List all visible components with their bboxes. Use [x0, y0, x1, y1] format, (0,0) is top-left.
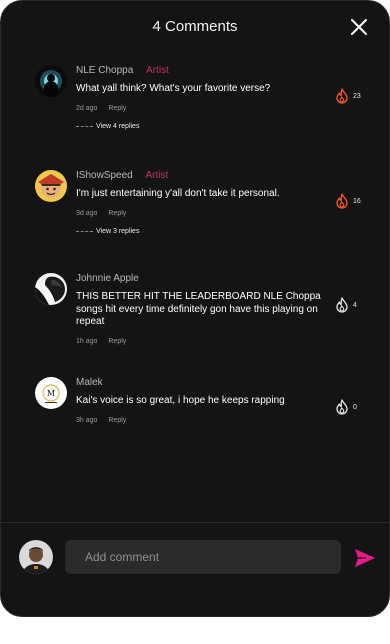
- user-avatar[interactable]: [19, 540, 53, 574]
- comment-author[interactable]: Johnnie Apple: [76, 273, 139, 284]
- avatar[interactable]: M: [35, 377, 67, 409]
- artist-badge: Artist: [145, 170, 169, 181]
- comment-time: 2d ago: [76, 104, 98, 112]
- comment-time: 1h ago: [76, 337, 98, 345]
- comment-author[interactable]: Malek: [76, 377, 103, 388]
- comment-item: IShowSpeed Artist I'm just entertaining …: [35, 170, 369, 250]
- comments-title: 4 Comments: [152, 18, 238, 35]
- avatar[interactable]: [35, 65, 67, 97]
- avatar[interactable]: [35, 273, 67, 305]
- artist-badge: Artist: [146, 65, 169, 76]
- comments-sheet: 4 Comments NLE Choppa Artist What yall t…: [0, 0, 390, 617]
- comment-author[interactable]: NLE Choppa: [76, 65, 133, 76]
- close-icon[interactable]: [349, 17, 369, 37]
- reply-button[interactable]: Reply: [108, 105, 126, 112]
- svg-text:M: M: [47, 389, 55, 398]
- comment-text: Kai's voice is so great, i hope he keeps…: [76, 395, 285, 406]
- like-button[interactable]: 4: [335, 294, 369, 316]
- flame-icon: [336, 193, 348, 209]
- reply-button[interactable]: Reply: [108, 338, 126, 345]
- like-count: 0: [353, 403, 357, 411]
- flame-icon: [336, 88, 348, 104]
- like-button[interactable]: 23: [335, 85, 369, 107]
- comment-body: IShowSpeed Artist I'm just entertaining …: [76, 170, 329, 235]
- comment-text: What yall think? What's your favorite ve…: [76, 83, 271, 94]
- comment-body: Johnnie Apple THIS BETTER HIT THE LEADER…: [76, 273, 329, 345]
- send-icon[interactable]: [354, 548, 376, 568]
- view-replies-link[interactable]: View 3 replies: [76, 228, 329, 235]
- comment-composer: [1, 522, 389, 616]
- comment-text: I'm just entertaining y'all don't take i…: [76, 188, 280, 199]
- flame-icon: [336, 297, 348, 313]
- comment-item: NLE Choppa Artist What yall think? What'…: [35, 65, 369, 145]
- comment-time: 3h ago: [76, 416, 98, 424]
- like-count: 4: [353, 301, 357, 309]
- comment-item: Johnnie Apple THIS BETTER HIT THE LEADER…: [35, 273, 369, 353]
- reply-button[interactable]: Reply: [108, 417, 126, 424]
- comment-item: M Malek Kai's voice is so great, i hope …: [35, 377, 369, 447]
- comment-body: NLE Choppa Artist What yall think? What'…: [76, 65, 329, 130]
- comment-text: THIS BETTER HIT THE LEADERBOARD NLE Chop…: [76, 291, 321, 327]
- flame-icon: [336, 399, 348, 415]
- divider: [76, 230, 93, 232]
- comment-body: Malek Kai's voice is so great, i hope he…: [76, 377, 329, 424]
- like-button[interactable]: 16: [335, 190, 369, 212]
- comment-input[interactable]: [65, 540, 341, 574]
- view-replies-label: View 4 replies: [96, 122, 140, 130]
- comment-time: 3d ago: [76, 209, 98, 217]
- view-replies-link[interactable]: View 4 replies: [76, 123, 329, 130]
- like-count: 23: [353, 92, 361, 100]
- avatar[interactable]: [35, 170, 67, 202]
- like-count: 16: [353, 197, 361, 205]
- like-button[interactable]: 0: [335, 396, 369, 418]
- divider: [76, 125, 93, 127]
- reply-button[interactable]: Reply: [108, 210, 126, 217]
- comment-author[interactable]: IShowSpeed: [76, 170, 133, 181]
- view-replies-label: View 3 replies: [96, 227, 140, 235]
- sheet-header: 4 Comments: [1, 1, 389, 53]
